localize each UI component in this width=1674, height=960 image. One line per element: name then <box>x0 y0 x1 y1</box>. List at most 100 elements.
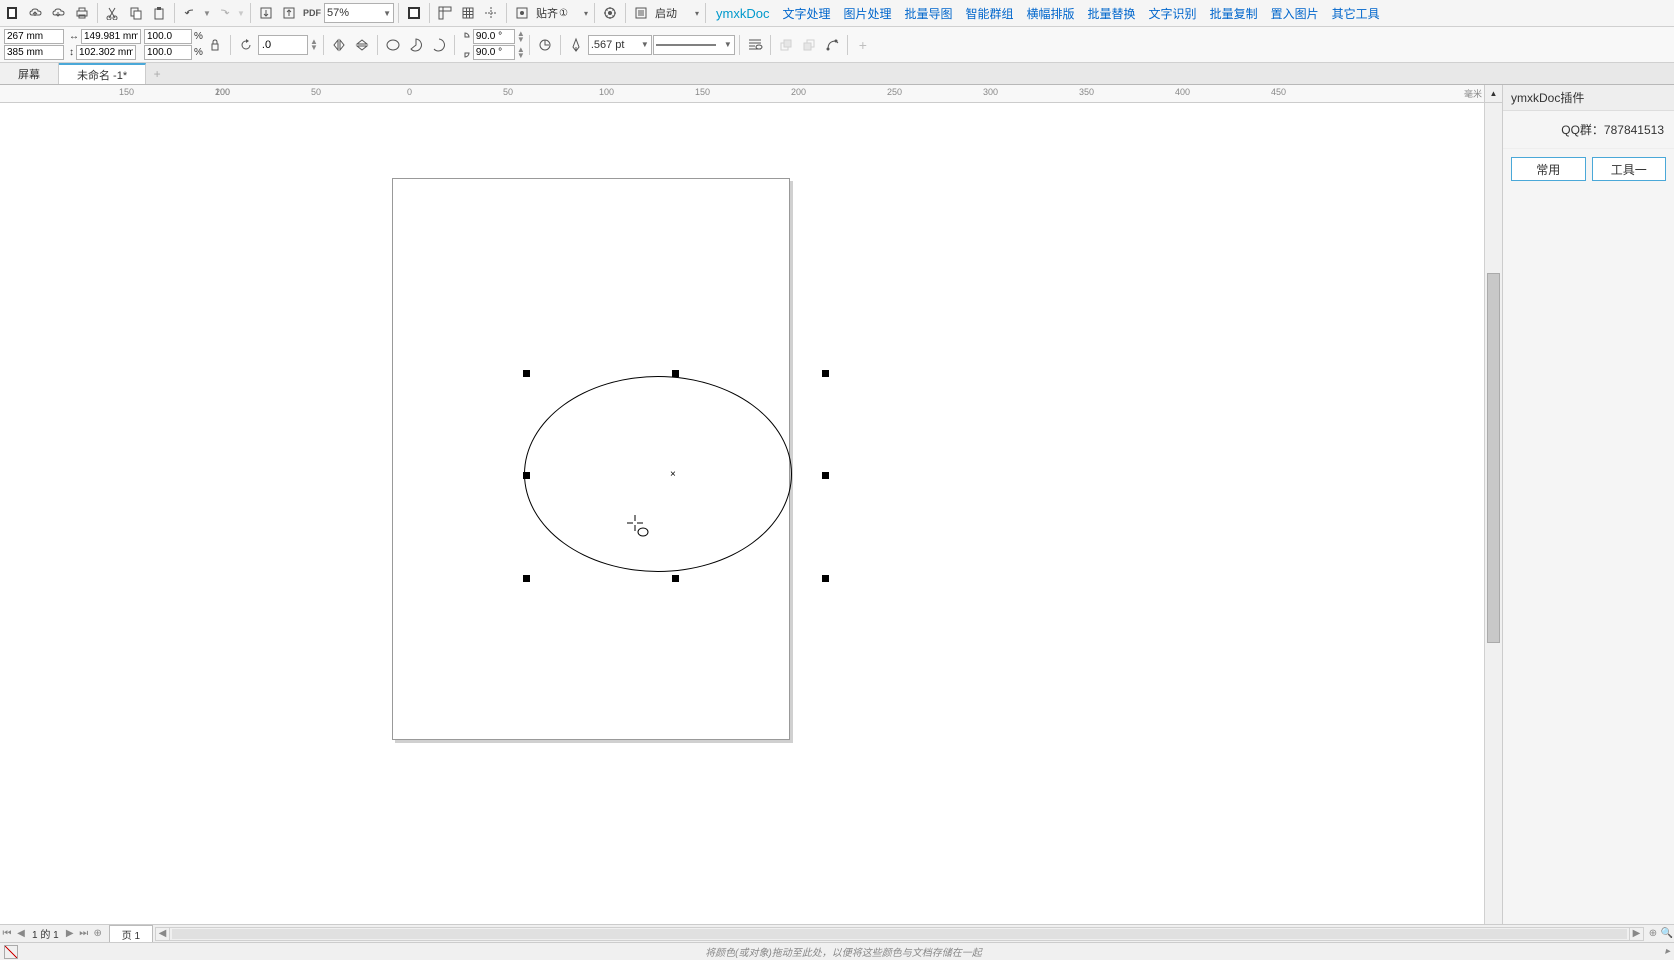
hscroll-right-icon[interactable]: ▶ <box>1629 928 1643 940</box>
nav-last-icon[interactable]: ⏭ <box>77 927 91 941</box>
snap-dropdown[interactable]: 贴齐 ① ▾ <box>534 3 590 23</box>
sel-handle-nw[interactable] <box>523 370 530 377</box>
separator <box>174 3 175 23</box>
zoom-combo[interactable]: 57% ▼ <box>324 3 394 23</box>
y-input[interactable] <box>4 45 64 60</box>
status-bar: 将颜色(或对象)拖动至此处，以便将这些颜色与文档存储在一起 ▸ <box>0 942 1674 960</box>
drawing-canvas[interactable]: × <box>0 103 1484 924</box>
guides-icon[interactable] <box>480 2 502 24</box>
panel-btn-tools1[interactable]: 工具一 <box>1592 157 1667 181</box>
ellipse-object[interactable] <box>524 376 792 572</box>
direction-toggle-icon[interactable] <box>534 34 556 56</box>
ruler-corner[interactable]: ▲ <box>1484 85 1502 103</box>
copy-icon[interactable] <box>125 2 147 24</box>
to-back-icon[interactable] <box>798 34 820 56</box>
sel-handle-e[interactable] <box>822 472 829 479</box>
sel-handle-n[interactable] <box>672 370 679 377</box>
no-fill-swatch[interactable] <box>4 945 18 959</box>
menu-smart-group[interactable]: 智能群组 <box>960 5 1020 22</box>
outline-width-combo[interactable]: .567 pt ▼ <box>588 35 652 55</box>
menu-banner-layout[interactable]: 横幅排版 <box>1021 5 1081 22</box>
rulers-icon[interactable] <box>434 2 456 24</box>
add-button-icon[interactable]: + <box>852 34 874 56</box>
line-style-combo[interactable]: ▼ <box>653 35 735 55</box>
pdf-icon[interactable]: PDF <box>301 2 323 24</box>
nav-prev-icon[interactable]: ◀ <box>14 927 28 941</box>
nav-first-icon[interactable]: ⏮ <box>0 927 14 941</box>
tab-untitled[interactable]: 未命名 -1* <box>59 63 146 84</box>
sel-handle-s[interactable] <box>672 575 679 582</box>
fullscreen-icon[interactable] <box>403 2 425 24</box>
tab-screen[interactable]: 屏幕 <box>0 63 59 84</box>
lock-ratio-icon[interactable] <box>204 34 226 56</box>
w-input[interactable] <box>81 29 141 44</box>
paste-icon[interactable] <box>148 2 170 24</box>
outline-pen-icon[interactable] <box>565 34 587 56</box>
sel-handle-w[interactable] <box>523 472 530 479</box>
wrap-text-icon[interactable] <box>744 34 766 56</box>
menu-ocr[interactable]: 文字识别 <box>1143 5 1203 22</box>
launch-dropdown[interactable]: 启动 ▾ <box>653 3 701 23</box>
menu-other-tools[interactable]: 其它工具 <box>1326 5 1386 22</box>
undo-icon[interactable] <box>179 2 201 24</box>
nav-add-page-icon[interactable]: ⊕ <box>91 927 105 941</box>
hscroll-thumb[interactable] <box>172 929 1627 939</box>
export-icon[interactable] <box>278 2 300 24</box>
vertical-scrollbar[interactable] <box>1484 103 1502 924</box>
new-doc-icon[interactable] <box>2 2 24 24</box>
to-front-icon[interactable] <box>775 34 797 56</box>
vscroll-thumb[interactable] <box>1487 273 1500 643</box>
redo-icon[interactable] <box>213 2 235 24</box>
options-icon[interactable] <box>599 2 621 24</box>
app-launch-icon[interactable] <box>630 2 652 24</box>
menu-text-process[interactable]: 文字处理 <box>776 5 836 22</box>
convert-curves-icon[interactable] <box>821 34 843 56</box>
rotation-input[interactable] <box>258 35 308 55</box>
status-hint: 将颜色(或对象)拖动至此处，以便将这些颜色与文档存储在一起 <box>22 944 1665 959</box>
brand-link[interactable]: ymxkDoc <box>710 6 775 21</box>
cloud-open-icon[interactable] <box>25 2 47 24</box>
arc-shape-icon[interactable] <box>428 34 450 56</box>
import-icon[interactable] <box>255 2 277 24</box>
page-tab-1[interactable]: 页 1 <box>109 925 153 942</box>
sel-handle-ne[interactable] <box>822 370 829 377</box>
sel-handle-se[interactable] <box>822 575 829 582</box>
menu-batch-export[interactable]: 批量导图 <box>898 5 958 22</box>
ellipse-shape-icon[interactable] <box>382 34 404 56</box>
add-tab-button[interactable]: + <box>146 63 168 84</box>
h-input[interactable] <box>76 45 136 60</box>
pie-shape-icon[interactable] <box>405 34 427 56</box>
menu-place-image[interactable]: 置入图片 <box>1265 5 1325 22</box>
mirror-v-icon[interactable] <box>351 34 373 56</box>
cloud-save-icon[interactable] <box>48 2 70 24</box>
ruler-horizontal[interactable]: 200 150 100 50 0 50 100 150 200 250 300 … <box>0 85 1484 103</box>
panel-btn-common[interactable]: 常用 <box>1511 157 1586 181</box>
print-icon[interactable] <box>71 2 93 24</box>
arc1-input[interactable] <box>473 29 515 44</box>
cut-icon[interactable] <box>102 2 124 24</box>
sy-input[interactable] <box>144 45 192 60</box>
hscroll-left-icon[interactable]: ◀ <box>156 928 170 940</box>
color-palette-dock-icon[interactable]: ▸ <box>1665 946 1670 957</box>
separator <box>377 35 378 55</box>
snap-toggle-icon[interactable] <box>511 2 533 24</box>
redo-dropdown-icon[interactable]: ▼ <box>236 2 246 24</box>
sel-handle-sw[interactable] <box>523 575 530 582</box>
arc2-input[interactable] <box>473 45 515 60</box>
rotation-spinner-icon[interactable]: ▲▼ <box>309 34 319 56</box>
rotate-icon[interactable] <box>235 34 257 56</box>
separator <box>560 35 561 55</box>
mirror-h-icon[interactable] <box>328 34 350 56</box>
nav-zoom-tools-icon[interactable]: ⊕ <box>1646 927 1660 941</box>
undo-dropdown-icon[interactable]: ▼ <box>202 2 212 24</box>
menu-batch-replace[interactable]: 批量替换 <box>1082 5 1142 22</box>
line-style-preview <box>656 41 716 49</box>
nav-navigator-icon[interactable]: 🔍 <box>1660 927 1674 941</box>
grid-icon[interactable] <box>457 2 479 24</box>
nav-next-icon[interactable]: ▶ <box>63 927 77 941</box>
horizontal-scrollbar[interactable]: ◀ ▶ <box>155 927 1644 941</box>
sx-input[interactable] <box>144 29 192 44</box>
menu-batch-copy[interactable]: 批量复制 <box>1204 5 1264 22</box>
x-input[interactable] <box>4 29 64 44</box>
menu-image-process[interactable]: 图片处理 <box>837 5 897 22</box>
